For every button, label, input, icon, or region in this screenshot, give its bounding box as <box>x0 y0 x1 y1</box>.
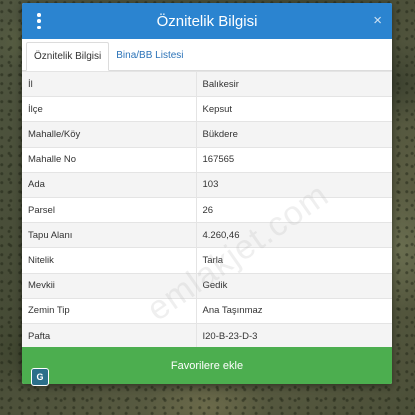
table-row: Mevkii Gedik <box>22 272 392 299</box>
table-row: Pafta I20-B-23-D-3 <box>22 322 392 349</box>
attribute-key: Mevkii <box>22 272 197 299</box>
attribute-value: Kepsut <box>196 96 392 122</box>
table-row: Parsel 26 <box>22 196 392 223</box>
attribute-value: I20-B-23-D-3 <box>196 322 392 349</box>
attribute-value: 167565 <box>196 146 392 173</box>
attribute-value: 103 <box>196 171 392 198</box>
tab-building-list[interactable]: Bina/BB Listesi <box>109 41 190 70</box>
attribute-key: Tapu Alanı <box>22 222 197 248</box>
attribute-key: Zemin Tip <box>22 297 197 324</box>
attribute-key: Mahalle No <box>22 146 197 173</box>
attribute-value: 26 <box>196 196 392 223</box>
attribute-key: Pafta <box>22 322 197 349</box>
kebab-menu-icon[interactable] <box>36 13 42 29</box>
table-row: Mahalle No 167565 <box>22 146 392 173</box>
attribute-value: Ana Taşınmaz <box>196 297 392 324</box>
attribute-value: Bükdere <box>196 121 392 148</box>
table-row: İlçe Kepsut <box>22 96 392 122</box>
attribute-table: İl Balıkesir İlçe Kepsut Mahalle/Köy Bükdere M… <box>22 70 392 349</box>
attribute-value: Balıkesir <box>196 70 392 97</box>
attribute-key: Nitelik <box>22 247 197 273</box>
attribute-info-dialog: Öznitelik Bilgisi × Öznitelik Bilgisi Bi… <box>22 3 392 384</box>
tab-attribute-info[interactable]: Öznitelik Bilgisi <box>26 42 110 71</box>
add-favorite-button[interactable]: Favorilere ekle <box>22 347 392 384</box>
dialog-titlebar: Öznitelik Bilgisi × <box>22 3 392 39</box>
attribute-key: İlçe <box>22 96 197 122</box>
attribute-value: 4.260,46 <box>196 222 392 248</box>
table-row: Ada 103 <box>22 171 392 198</box>
table-row: Mahalle/Köy Bükdere <box>22 121 392 148</box>
attribute-key: Parsel <box>22 196 197 223</box>
attribute-key: İl <box>22 70 197 97</box>
table-row: İl Balıkesir <box>22 70 392 97</box>
tab-bar: Öznitelik Bilgisi Bina/BB Listesi <box>22 39 392 71</box>
table-row: Zemin Tip Ana Taşınmaz <box>22 297 392 324</box>
attribute-key: Mahalle/Köy <box>22 121 197 148</box>
attribute-value: Tarla <box>196 247 392 273</box>
dialog-title: Öznitelik Bilgisi <box>156 12 258 30</box>
table-row: Tapu Alanı 4.260,46 <box>22 222 392 248</box>
attribute-key: Ada <box>22 171 197 198</box>
app-logo-icon: G <box>31 368 49 386</box>
attribute-value: Gedik <box>196 272 392 299</box>
close-icon[interactable]: × <box>373 12 382 30</box>
table-row: Nitelik Tarla <box>22 247 392 273</box>
